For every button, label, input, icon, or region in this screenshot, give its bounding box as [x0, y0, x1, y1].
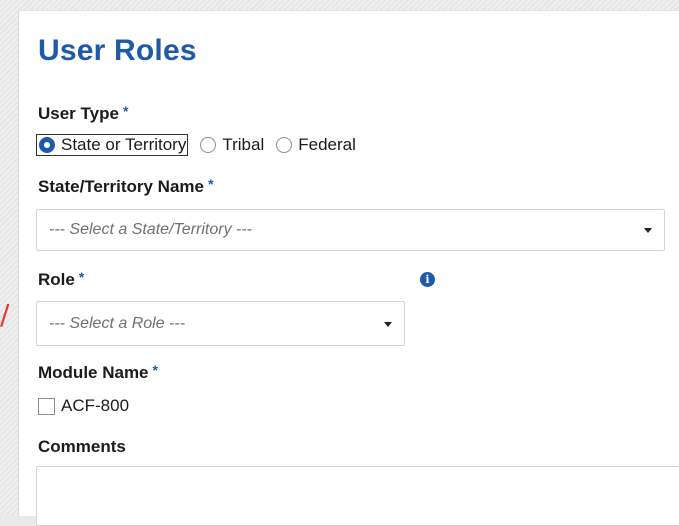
- state-territory-select-placeholder: --- Select a State/Territory ---: [49, 221, 253, 238]
- radio-label-federal: Federal: [298, 135, 356, 154]
- role-label: Role *: [38, 269, 85, 290]
- radio-label-tribal: Tribal: [222, 135, 265, 154]
- module-name-label-text: Module Name: [38, 363, 149, 382]
- chevron-down-icon: [384, 321, 392, 327]
- radio-button-tribal[interactable]: [200, 137, 217, 153]
- radio-button-federal[interactable]: [276, 137, 293, 153]
- comments-textarea[interactable]: [36, 466, 679, 526]
- module-name-label: Module Name *: [38, 362, 158, 383]
- module-option-acf-800[interactable]: ACF-800: [38, 396, 129, 416]
- state-territory-label-text: State/Territory Name: [38, 177, 204, 196]
- role-label-text: Role: [38, 270, 75, 289]
- radio-label-state-or-territory: State or Territory: [61, 135, 187, 154]
- radio-option-federal[interactable]: Federal: [274, 135, 356, 155]
- checkbox-label-acf-800: ACF-800: [61, 396, 130, 415]
- info-icon[interactable]: i: [420, 272, 435, 287]
- annotation-mark-icon: /: [0, 298, 10, 331]
- checkbox-acf-800[interactable]: [38, 397, 55, 415]
- page-title: User Roles: [38, 34, 197, 67]
- required-mark: *: [152, 362, 158, 378]
- state-territory-select[interactable]: --- Select a State/Territory ---: [36, 209, 665, 251]
- state-territory-label: State/Territory Name *: [38, 176, 214, 197]
- user-type-radio-group: State or Territory Tribal Federal: [36, 133, 366, 157]
- comments-label: Comments: [38, 437, 126, 457]
- radio-option-state-or-territory[interactable]: State or Territory: [36, 134, 189, 156]
- user-type-label-text: User Type: [38, 104, 119, 123]
- radio-option-tribal[interactable]: Tribal: [198, 135, 264, 155]
- required-mark: *: [122, 103, 129, 119]
- radio-button-state-or-territory[interactable]: [39, 137, 55, 153]
- chevron-down-icon: [644, 228, 652, 233]
- comments-label-text: Comments: [38, 437, 126, 456]
- role-select[interactable]: --- Select a Role ---: [36, 301, 405, 346]
- required-mark: *: [78, 269, 85, 285]
- user-type-label: User Type *: [38, 103, 129, 124]
- role-select-placeholder: --- Select a Role ---: [49, 314, 186, 332]
- required-mark: *: [207, 176, 214, 192]
